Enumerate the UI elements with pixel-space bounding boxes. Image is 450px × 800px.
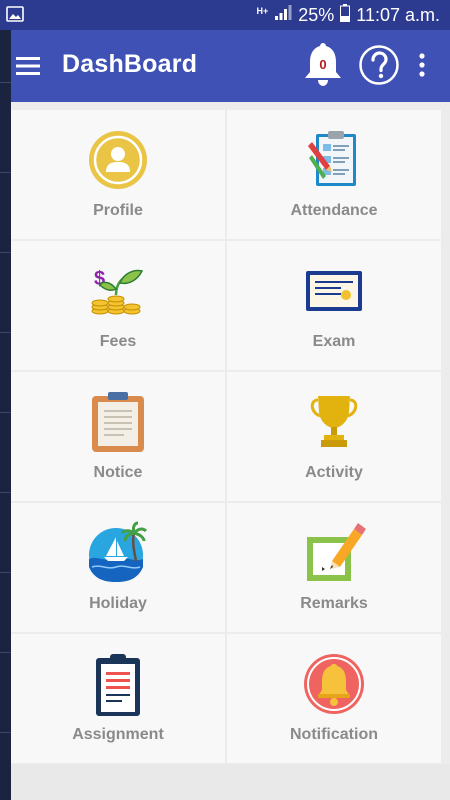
tile-label: Holiday bbox=[89, 595, 147, 612]
profile-tile[interactable]: Profile bbox=[11, 110, 225, 239]
gallery-notification-icon bbox=[6, 6, 24, 27]
activity-icon bbox=[310, 396, 358, 447]
tile-label: Profile bbox=[93, 202, 143, 219]
assignment-tile[interactable]: Assignment bbox=[11, 634, 225, 763]
drawer-divider bbox=[0, 412, 11, 413]
drawer-divider bbox=[0, 652, 11, 653]
notification-icon bbox=[304, 654, 364, 714]
battery-percent: 25% bbox=[298, 4, 335, 25]
remarks-tile[interactable]: Remarks bbox=[227, 503, 441, 632]
tile-label: Notice bbox=[93, 464, 143, 481]
exam-tile[interactable]: Exam bbox=[227, 241, 441, 370]
attendance-icon bbox=[308, 131, 356, 186]
holiday-icon bbox=[89, 521, 148, 582]
exam-icon bbox=[306, 271, 362, 311]
remarks-icon bbox=[307, 523, 366, 581]
notice-tile[interactable]: Notice bbox=[11, 372, 225, 501]
network-type: H+ bbox=[256, 5, 269, 16]
tile-label: Exam bbox=[312, 333, 356, 350]
drawer-divider bbox=[0, 172, 11, 173]
drawer-divider bbox=[0, 572, 11, 573]
tile-label: Notification bbox=[290, 726, 378, 743]
notification-tile[interactable]: Notification bbox=[227, 634, 441, 763]
navigation-drawer-edge[interactable] bbox=[0, 30, 11, 800]
drawer-divider bbox=[0, 732, 11, 733]
clock: 11:07 a.m. bbox=[356, 4, 440, 25]
more-vert-icon[interactable] bbox=[412, 50, 432, 80]
drawer-divider bbox=[0, 82, 11, 83]
dashboard-screen: H+ 25% 11:07 a.m. DashBoard 0 Profile At… bbox=[0, 0, 450, 800]
tile-label: Activity bbox=[305, 464, 363, 481]
battery-icon bbox=[340, 3, 351, 27]
app-toolbar: DashBoard 0 bbox=[0, 30, 450, 102]
menu-icon[interactable] bbox=[14, 52, 42, 80]
content-bottom-padding bbox=[11, 764, 450, 800]
signal-icon bbox=[274, 4, 292, 26]
fees-tile[interactable]: $ Fees bbox=[11, 241, 225, 370]
notification-bell-button[interactable]: 0 bbox=[302, 40, 344, 88]
help-icon bbox=[359, 45, 399, 85]
drawer-divider bbox=[0, 252, 11, 253]
tile-label: Fees bbox=[99, 333, 137, 350]
page-title: DashBoard bbox=[62, 50, 198, 78]
drawer-divider bbox=[0, 332, 11, 333]
status-bar: H+ 25% 11:07 a.m. bbox=[0, 0, 450, 30]
attendance-tile[interactable]: Attendance bbox=[227, 110, 441, 239]
profile-icon bbox=[89, 131, 147, 189]
activity-tile[interactable]: Activity bbox=[227, 372, 441, 501]
holiday-tile[interactable]: Holiday bbox=[11, 503, 225, 632]
notification-count-badge: 0 bbox=[319, 57, 327, 72]
help-button[interactable] bbox=[358, 44, 400, 86]
fees-icon: $ bbox=[91, 268, 144, 315]
notice-icon bbox=[92, 392, 144, 452]
tile-label: Assignment bbox=[72, 726, 164, 743]
assignment-icon bbox=[96, 654, 140, 716]
drawer-divider bbox=[0, 492, 11, 493]
tile-label: Attendance bbox=[290, 202, 378, 219]
tile-label: Remarks bbox=[300, 595, 368, 612]
